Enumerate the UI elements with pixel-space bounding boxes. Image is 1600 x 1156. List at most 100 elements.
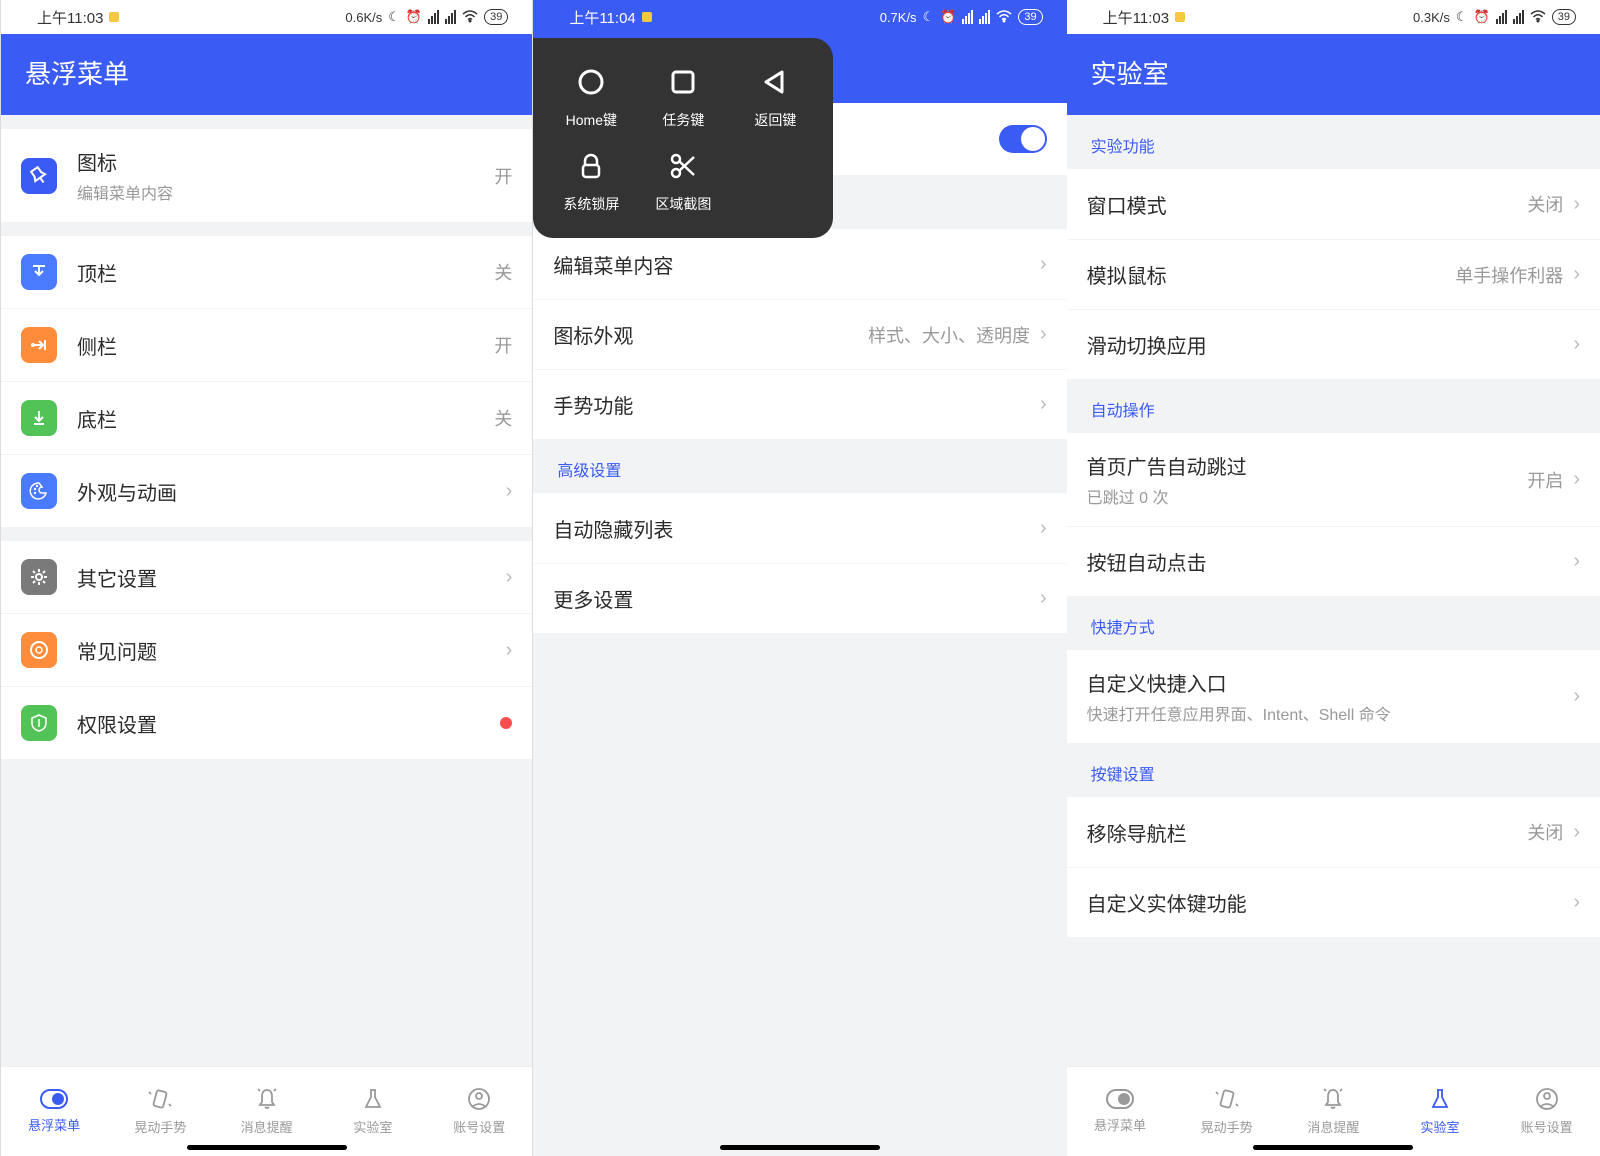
item-custom-key[interactable]: 自定义实体键功能 › bbox=[1067, 867, 1600, 937]
item-gesture[interactable]: 手势功能 › bbox=[533, 369, 1066, 439]
item-title: 模拟鼠标 bbox=[1087, 260, 1456, 289]
alert-dot-icon bbox=[500, 717, 512, 729]
chevron-right-icon: › bbox=[1573, 468, 1580, 491]
recording-indicator-icon bbox=[109, 12, 119, 22]
chevron-right-icon: › bbox=[1040, 587, 1047, 610]
toggle-icon bbox=[1106, 1089, 1134, 1109]
user-icon bbox=[1535, 1087, 1559, 1111]
battery-icon: 39 bbox=[484, 9, 508, 25]
side-bar-icon bbox=[21, 327, 57, 363]
item-title: 编辑菜单内容 bbox=[553, 250, 1040, 279]
chevron-right-icon: › bbox=[506, 480, 513, 503]
popup-task[interactable]: 任务键 bbox=[637, 54, 729, 138]
item-window-mode[interactable]: 窗口模式 关闭› bbox=[1067, 169, 1600, 239]
nav-label: 实验室 bbox=[353, 1117, 392, 1136]
nav-label: 悬浮菜单 bbox=[28, 1115, 80, 1134]
item-hint: 样式、大小、透明度 bbox=[868, 322, 1030, 348]
item-title: 滑动切换应用 bbox=[1087, 330, 1574, 359]
item-swipe-app[interactable]: 滑动切换应用 › bbox=[1067, 309, 1600, 379]
gear-icon bbox=[21, 559, 57, 595]
gesture-handle[interactable] bbox=[1253, 1145, 1413, 1150]
shield-icon bbox=[21, 705, 57, 741]
item-permissions[interactable]: 权限设置 bbox=[1, 686, 532, 759]
nav-label: 账号设置 bbox=[453, 1117, 505, 1136]
item-sub: 编辑菜单内容 bbox=[77, 180, 494, 204]
popup-home[interactable]: Home键 bbox=[545, 54, 637, 138]
popup-screenshot[interactable]: 区域截图 bbox=[637, 138, 729, 222]
moon-icon: ☾ bbox=[923, 9, 935, 25]
item-btn-click[interactable]: 按钮自动点击 › bbox=[1067, 526, 1600, 596]
moon-icon: ☾ bbox=[388, 9, 400, 25]
nav-account[interactable]: 账号设置 bbox=[1493, 1067, 1600, 1156]
signal-icon bbox=[1496, 10, 1507, 24]
toggle-icon bbox=[40, 1089, 68, 1109]
battery-icon: 39 bbox=[1552, 9, 1576, 25]
nav-floating-menu[interactable]: 悬浮菜单 bbox=[1, 1067, 107, 1156]
chevron-right-icon: › bbox=[1573, 685, 1580, 708]
item-value: 开启 bbox=[1527, 467, 1563, 493]
item-appearance[interactable]: 图标外观 样式、大小、透明度› bbox=[533, 299, 1066, 369]
popup-back[interactable]: 返回键 bbox=[729, 54, 821, 138]
shake-icon bbox=[1215, 1087, 1239, 1111]
gesture-handle[interactable] bbox=[720, 1145, 880, 1150]
chevron-right-icon: › bbox=[1573, 193, 1580, 216]
item-title: 侧栏 bbox=[77, 331, 494, 360]
popup-lock[interactable]: 系统锁屏 bbox=[545, 138, 637, 222]
nav-shake[interactable]: 晃动手势 bbox=[107, 1067, 213, 1156]
item-other-settings[interactable]: 其它设置 › bbox=[1, 541, 532, 613]
chevron-right-icon: › bbox=[1573, 891, 1580, 914]
item-value: 单手操作利器 bbox=[1455, 262, 1563, 288]
item-icon-settings[interactable]: 图标编辑菜单内容 开 bbox=[1, 129, 532, 222]
item-mouse[interactable]: 模拟鼠标 单手操作利器 › bbox=[1067, 239, 1600, 309]
item-edit-content[interactable]: 编辑菜单内容 › bbox=[533, 229, 1066, 299]
moon-icon: ☾ bbox=[1456, 9, 1468, 25]
item-top-bar[interactable]: 顶栏 关 bbox=[1, 236, 532, 308]
toggle-switch[interactable] bbox=[999, 125, 1047, 153]
flask-icon bbox=[1428, 1087, 1452, 1111]
item-value: 关 bbox=[494, 405, 512, 431]
nav-label: 消息提醒 bbox=[1307, 1117, 1359, 1136]
floating-popup[interactable]: Home键 任务键 返回键 系统锁屏 区域截图 bbox=[533, 38, 833, 238]
item-remove-nav[interactable]: 移除导航栏 关闭› bbox=[1067, 797, 1600, 867]
nav-lab[interactable]: 实验室 bbox=[1387, 1067, 1494, 1156]
nav-shake[interactable]: 晃动手势 bbox=[1173, 1067, 1280, 1156]
item-title: 外观与动画 bbox=[77, 477, 506, 506]
nav-account[interactable]: 账号设置 bbox=[426, 1067, 532, 1156]
signal-icon-2 bbox=[445, 10, 456, 24]
item-custom-entry[interactable]: 自定义快捷入口快速打开任意应用界面、Intent、Shell 命令 › bbox=[1067, 650, 1600, 743]
palette-icon bbox=[21, 473, 57, 509]
item-sub: 已跳过 0 次 bbox=[1087, 484, 1528, 508]
nav-notify[interactable]: 消息提醒 bbox=[214, 1067, 320, 1156]
nav-label: 实验室 bbox=[1421, 1117, 1460, 1136]
item-side-bar[interactable]: 侧栏 开 bbox=[1, 308, 532, 381]
section-label-advanced: 高级设置 bbox=[533, 439, 1066, 493]
section-key: 按键设置 bbox=[1067, 743, 1600, 797]
nav-lab[interactable]: 实验室 bbox=[320, 1067, 426, 1156]
chevron-right-icon: › bbox=[506, 639, 513, 662]
item-title: 自动隐藏列表 bbox=[553, 514, 1040, 543]
nav-label: 悬浮菜单 bbox=[1094, 1115, 1146, 1134]
top-bar-icon bbox=[21, 254, 57, 290]
chevron-right-icon: › bbox=[1573, 263, 1580, 286]
wifi-icon bbox=[1530, 10, 1546, 24]
section-auto: 自动操作 bbox=[1067, 379, 1600, 433]
alarm-icon: ⏰ bbox=[940, 9, 956, 25]
nav-floating-menu[interactable]: 悬浮菜单 bbox=[1067, 1067, 1174, 1156]
item-appearance[interactable]: 外观与动画 › bbox=[1, 454, 532, 527]
battery-icon: 39 bbox=[1018, 9, 1042, 25]
item-more[interactable]: 更多设置 › bbox=[533, 563, 1066, 633]
status-bar: 上午11:03 0.6K/s ☾ ⏰ 39 bbox=[1, 0, 532, 34]
signal-icon bbox=[962, 10, 973, 24]
nav-label: 晃动手势 bbox=[1201, 1117, 1253, 1136]
item-auto-hide[interactable]: 自动隐藏列表 › bbox=[533, 493, 1066, 563]
popup-label: 任务键 bbox=[662, 110, 704, 130]
chevron-right-icon: › bbox=[1040, 517, 1047, 540]
nav-notify[interactable]: 消息提醒 bbox=[1280, 1067, 1387, 1156]
item-bottom-bar[interactable]: 底栏 关 bbox=[1, 381, 532, 454]
chevron-right-icon: › bbox=[1040, 323, 1047, 346]
item-faq[interactable]: 常见问题 › bbox=[1, 613, 532, 686]
item-ad-skip[interactable]: 首页广告自动跳过已跳过 0 次 开启› bbox=[1067, 433, 1600, 526]
signal-icon bbox=[428, 10, 439, 24]
gesture-handle[interactable] bbox=[187, 1145, 347, 1150]
content-area: 开关 设置 编辑菜单内容 › 图标外观 样式、大小、透明度› 手势功能 › 高级… bbox=[533, 103, 1066, 1156]
